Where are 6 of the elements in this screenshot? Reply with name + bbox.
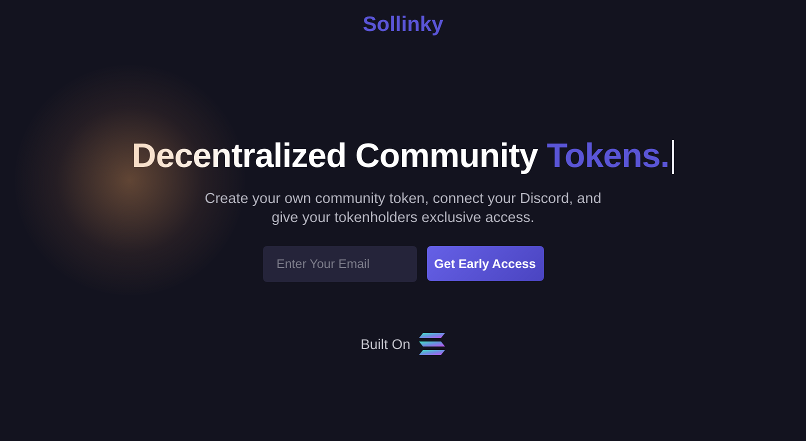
subtitle: Create your own community token, connect your Discord, and give your tokenholders exclusive access. bbox=[204, 190, 602, 228]
brand-logo[interactable]: Sollinky bbox=[362, 13, 444, 37]
get-early-access-button[interactable]: Get Early Access bbox=[426, 246, 544, 281]
built-on-label: Built On bbox=[360, 336, 410, 352]
email-field[interactable]: Enter Your Email bbox=[262, 246, 416, 282]
stripes-logo-icon bbox=[419, 333, 446, 355]
